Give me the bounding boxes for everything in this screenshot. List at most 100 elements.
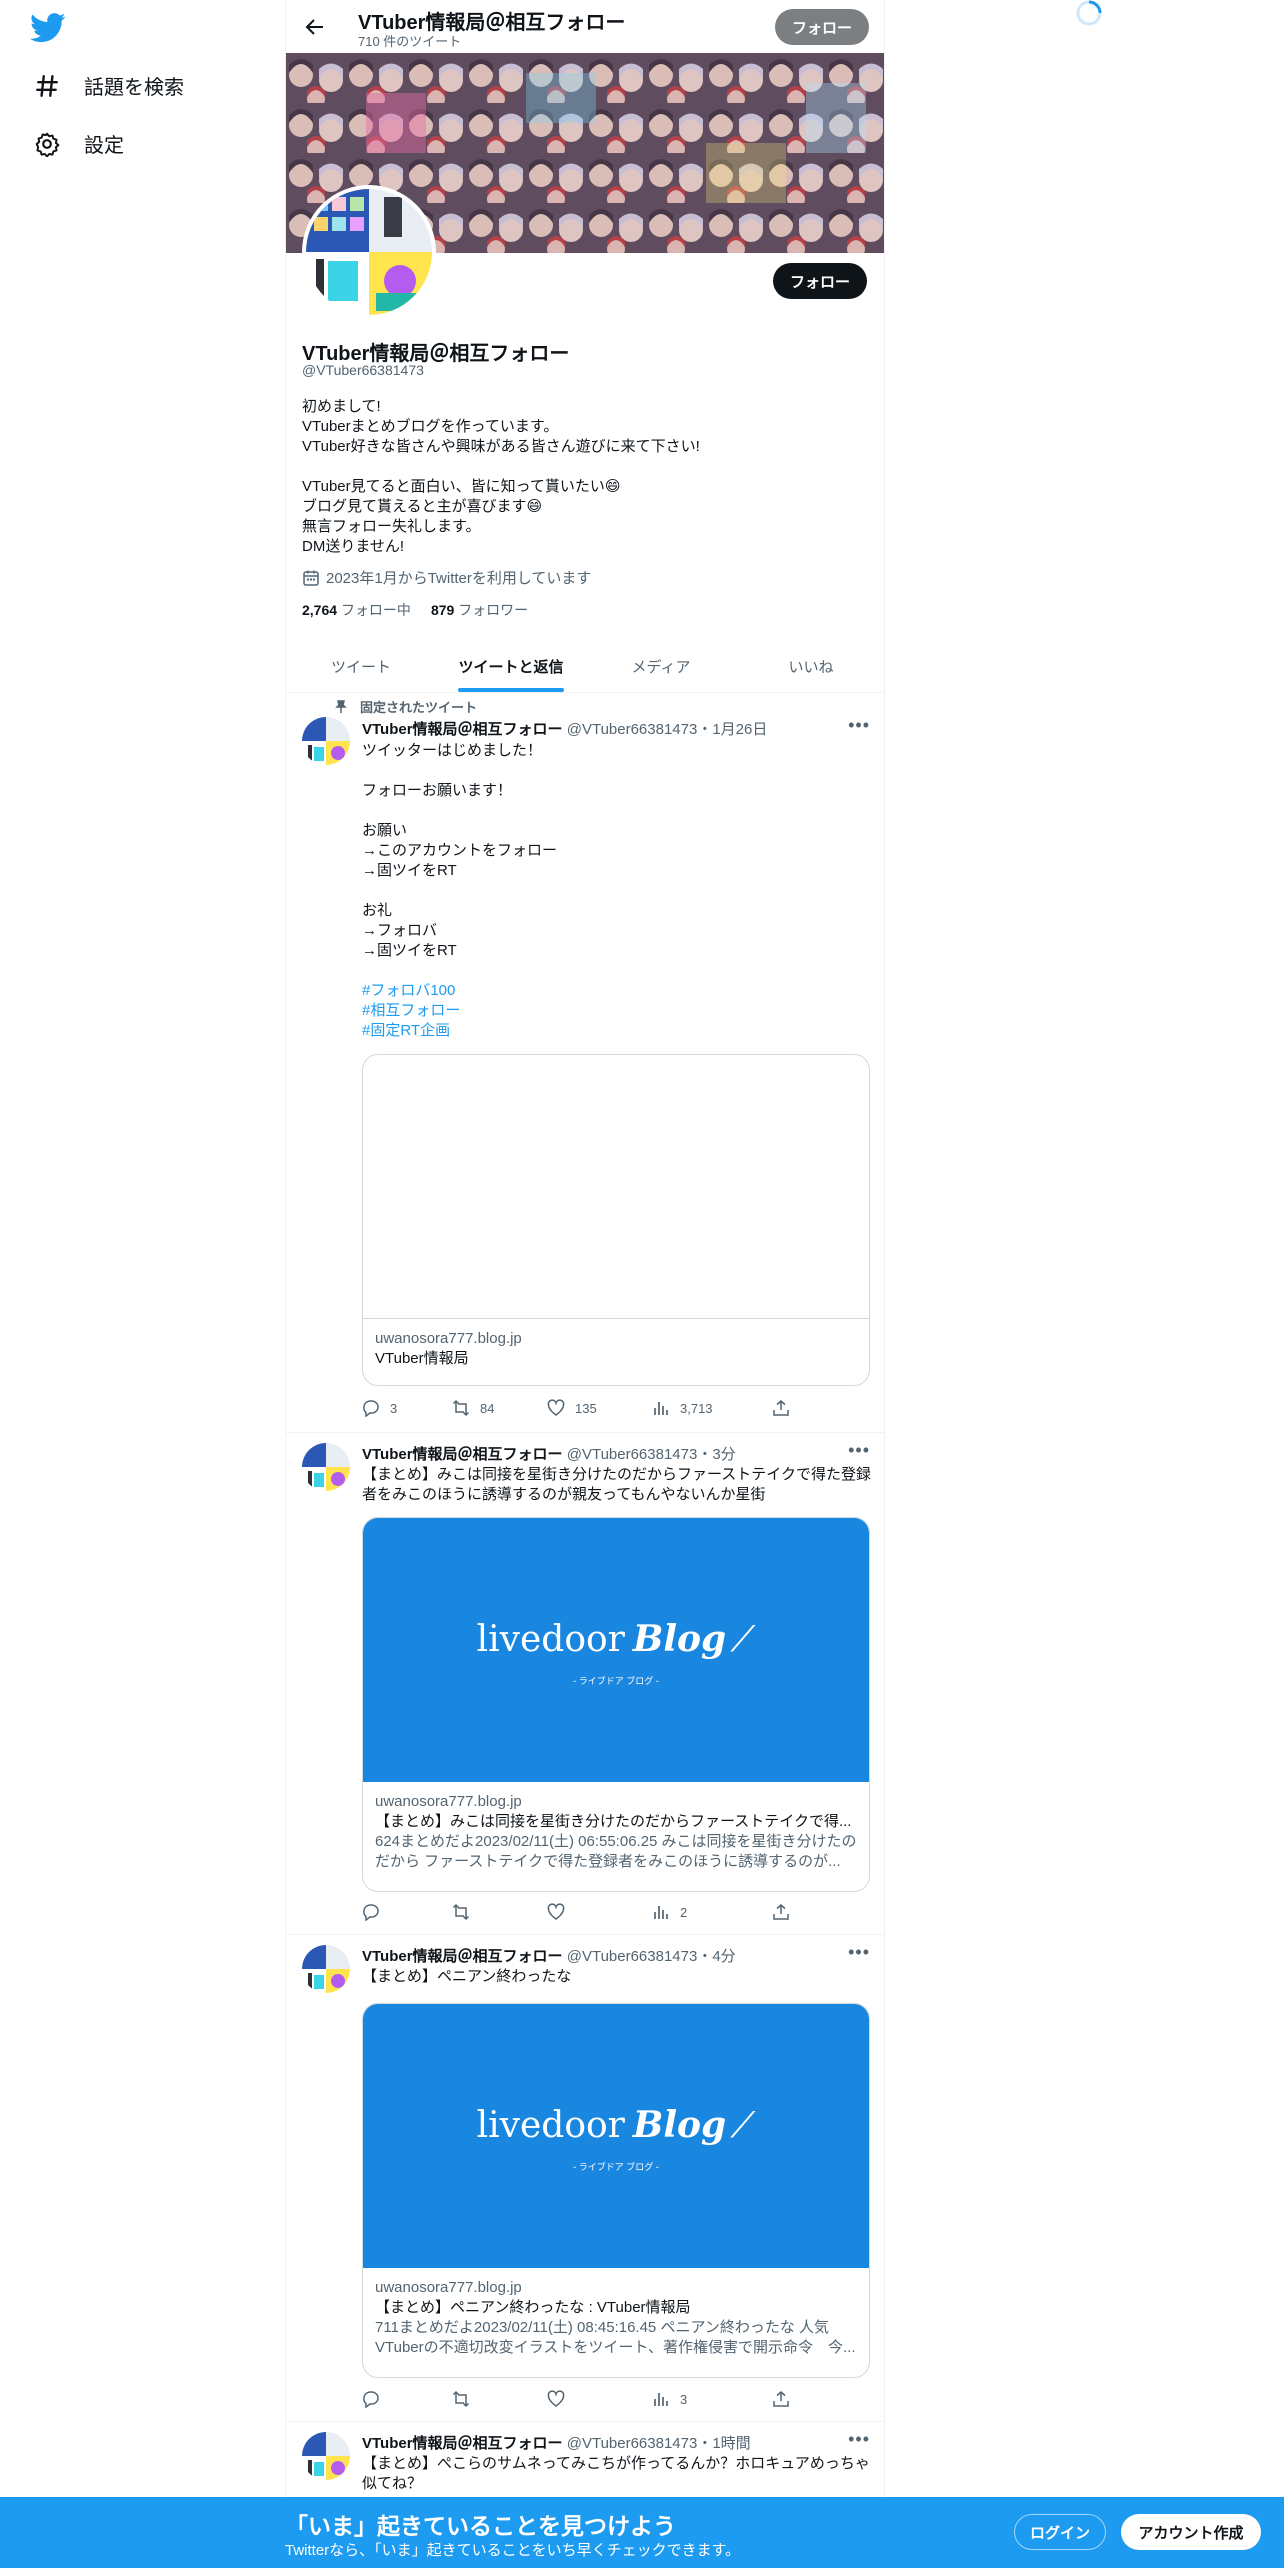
retweet-count: 84 — [480, 1400, 495, 1416]
following-link[interactable]: 2,764 フォロー中 — [302, 600, 411, 620]
link-card[interactable]: livedoor Blog ⟋ - ライブドア ブログ - uwanosora777… — [362, 1517, 870, 1892]
avatar[interactable] — [302, 1945, 350, 1993]
card-domain: uwanosora777.blog.jp — [375, 1330, 522, 1347]
views-button[interactable]: 3,713 — [652, 1399, 713, 1417]
bottom-bar-subtitle: Twitterなら、「いま」起きていることをいち早くチェックできます。 — [285, 2542, 741, 2559]
avatar[interactable] — [302, 1443, 350, 1491]
tab-media[interactable]: メディア — [586, 640, 736, 692]
link-card[interactable]: livedoor Blog ⟋ - ライブドア ブログ - uwanosora777… — [362, 2003, 870, 2378]
more-options-icon[interactable]: ••• — [848, 1440, 870, 1461]
pinned-label: 固定されたツイート — [360, 700, 478, 715]
follow-stats: 2,764 フォロー中 879 フォロワー — [302, 600, 528, 620]
followers-link[interactable]: 879 フォロワー — [431, 600, 528, 620]
tweet-actions: 3 84 135 3,713 — [362, 1399, 802, 1419]
profile-avatar[interactable] — [302, 185, 436, 319]
avatar-image — [302, 1443, 350, 1491]
tweet-author-name[interactable]: VTuber情報局＠相互フォロー — [362, 1948, 563, 1965]
retweet-icon — [452, 1399, 470, 1417]
tab-likes[interactable]: いいね — [736, 640, 884, 692]
nav-settings-label: 設定 — [84, 135, 124, 157]
twitter-logo-icon[interactable] — [30, 12, 66, 44]
follow-button[interactable]: フォロー — [773, 263, 867, 299]
tweet-author-name[interactable]: VTuber情報局＠相互フォロー — [362, 2435, 563, 2452]
more-options-icon[interactable]: ••• — [848, 715, 870, 736]
share-icon — [773, 1400, 789, 1416]
card-title: VTuber情報局 — [375, 1350, 469, 1367]
hashtag-link[interactable]: #相互フォロー — [362, 1001, 460, 1021]
tab-tweets[interactable]: ツイート — [286, 640, 436, 692]
share-button[interactable] — [772, 2390, 790, 2408]
nav-settings[interactable]: 設定 — [34, 129, 124, 158]
nav-explore-label: 話題を検索 — [84, 77, 184, 99]
card-info: uwanosora777.blog.jp 【まとめ】みこは同接を星街き分けたのだ… — [363, 1782, 869, 1882]
card-title: 【まとめ】ペニアン終わったな : VTuber情報局 — [375, 2299, 691, 2316]
tweet-header: VTuber情報局＠相互フォロー @VTuber66381473・1時間 — [362, 2432, 751, 2453]
tweet-handle-time[interactable]: @VTuber66381473・1時間 — [567, 2435, 751, 2452]
arrow-left-icon — [305, 19, 323, 35]
share-button[interactable] — [772, 1399, 790, 1417]
like-button[interactable] — [547, 1903, 575, 1921]
tweet-hashtags: #フォロバ100 #相互フォロー #固定RT企画 — [362, 981, 460, 1041]
tweet-author-name[interactable]: VTuber情報局＠相互フォロー — [362, 721, 563, 738]
retweet-button[interactable] — [452, 2390, 480, 2408]
feather-icon: ⟋ — [730, 2105, 756, 2146]
avatar[interactable] — [302, 2432, 350, 2480]
heart-icon — [547, 2390, 565, 2407]
card-description: 711まとめだよ2023/02/11(土) 08:45:16.45 ペニアン終わ… — [375, 2319, 856, 2356]
feather-icon: ⟋ — [730, 1619, 756, 1660]
reply-count: 3 — [390, 1400, 398, 1416]
profile-bio: 初めまして! VTuberまとめブログを作っています。 VTuber好きな皆さん… — [302, 398, 700, 555]
share-button[interactable] — [772, 1903, 790, 1921]
signup-button[interactable]: アカウント作成 — [1121, 2514, 1261, 2550]
back-button[interactable] — [298, 10, 332, 44]
profile-header-bar: VTuber情報局＠相互フォロー 710 件のツイート フォロー — [286, 0, 884, 53]
hashtag-link[interactable]: #フォロバ100 — [362, 981, 460, 1001]
avatar-image — [302, 717, 350, 765]
gear-icon — [35, 132, 60, 157]
reply-button[interactable] — [362, 2390, 390, 2408]
tweet-handle-time[interactable]: @VTuber66381473・4分 — [567, 1948, 736, 1965]
views-button[interactable]: 2 — [652, 1903, 687, 1921]
retweet-button[interactable] — [452, 1903, 480, 1921]
views-button[interactable]: 3 — [652, 2390, 687, 2408]
tweet-author-name[interactable]: VTuber情報局＠相互フォロー — [362, 1446, 563, 1463]
tweet-header: VTuber情報局＠相互フォロー @VTuber66381473・1月26日 — [362, 718, 767, 739]
like-count: 135 — [575, 1400, 597, 1416]
tab-tweets-and-replies[interactable]: ツイートと返信 — [436, 640, 586, 692]
more-options-icon[interactable]: ••• — [848, 1942, 870, 1963]
livedoor-blog-image: livedoor Blog ⟋ - ライブドア ブログ - — [363, 1518, 869, 1782]
tweet-pinned[interactable]: 固定されたツイート VTuber情報局＠相互フォロー @VTuber663814… — [286, 693, 884, 1433]
tweet-text: 【まとめ】ペニアン終わったな — [362, 1968, 572, 1985]
view-count: 2 — [680, 1904, 688, 1920]
profile-handle: @VTuber66381473 — [302, 362, 424, 378]
analytics-icon — [654, 1402, 668, 1415]
link-card[interactable]: uwanosora777.blog.jp VTuber情報局 — [362, 1054, 870, 1386]
card-description: 624まとめだよ2023/02/11(土) 06:55:06.25 みこは同接を… — [375, 1833, 857, 1870]
share-icon — [773, 2391, 789, 2407]
retweet-icon — [452, 2390, 470, 2408]
livedoor-blog-image: livedoor Blog ⟋ - ライブドア ブログ - — [363, 2004, 869, 2268]
retweet-button[interactable]: 84 — [452, 1399, 494, 1417]
following-count: 2,764 — [302, 602, 338, 618]
bottom-bar-title: 「いま」起きていることを見つけよう — [285, 2513, 676, 2539]
like-button[interactable]: 135 — [547, 1399, 597, 1417]
livedoor-subtitle: - ライブドア ブログ - — [573, 1676, 659, 1686]
view-count: 3 — [680, 2391, 688, 2407]
tweet[interactable]: VTuber情報局＠相互フォロー @VTuber66381473・4分 ••• … — [286, 1935, 884, 2422]
hashtag-link[interactable]: #固定RT企画 — [362, 1021, 460, 1041]
card-info: uwanosora777.blog.jp VTuber情報局 — [363, 1319, 869, 1379]
tweet-handle-time[interactable]: @VTuber66381473・3分 — [567, 1446, 736, 1463]
header-follow-button[interactable]: フォロー — [775, 9, 869, 45]
share-icon — [773, 1904, 789, 1920]
tweet-actions: 2 — [362, 1903, 802, 1923]
reply-button[interactable] — [362, 1903, 390, 1921]
avatar[interactable] — [302, 717, 350, 765]
reply-button[interactable]: 3 — [362, 1399, 397, 1417]
tweet[interactable]: VTuber情報局＠相互フォロー @VTuber66381473・3分 ••• … — [286, 1433, 884, 1935]
like-button[interactable] — [547, 2390, 575, 2408]
more-options-icon[interactable]: ••• — [848, 2429, 870, 2450]
following-label: フォロー中 — [340, 602, 411, 618]
login-button[interactable]: ログイン — [1014, 2514, 1106, 2550]
nav-explore[interactable]: 話題を検索 — [34, 71, 184, 100]
tweet-handle-time[interactable]: @VTuber66381473・1月26日 — [567, 721, 768, 738]
